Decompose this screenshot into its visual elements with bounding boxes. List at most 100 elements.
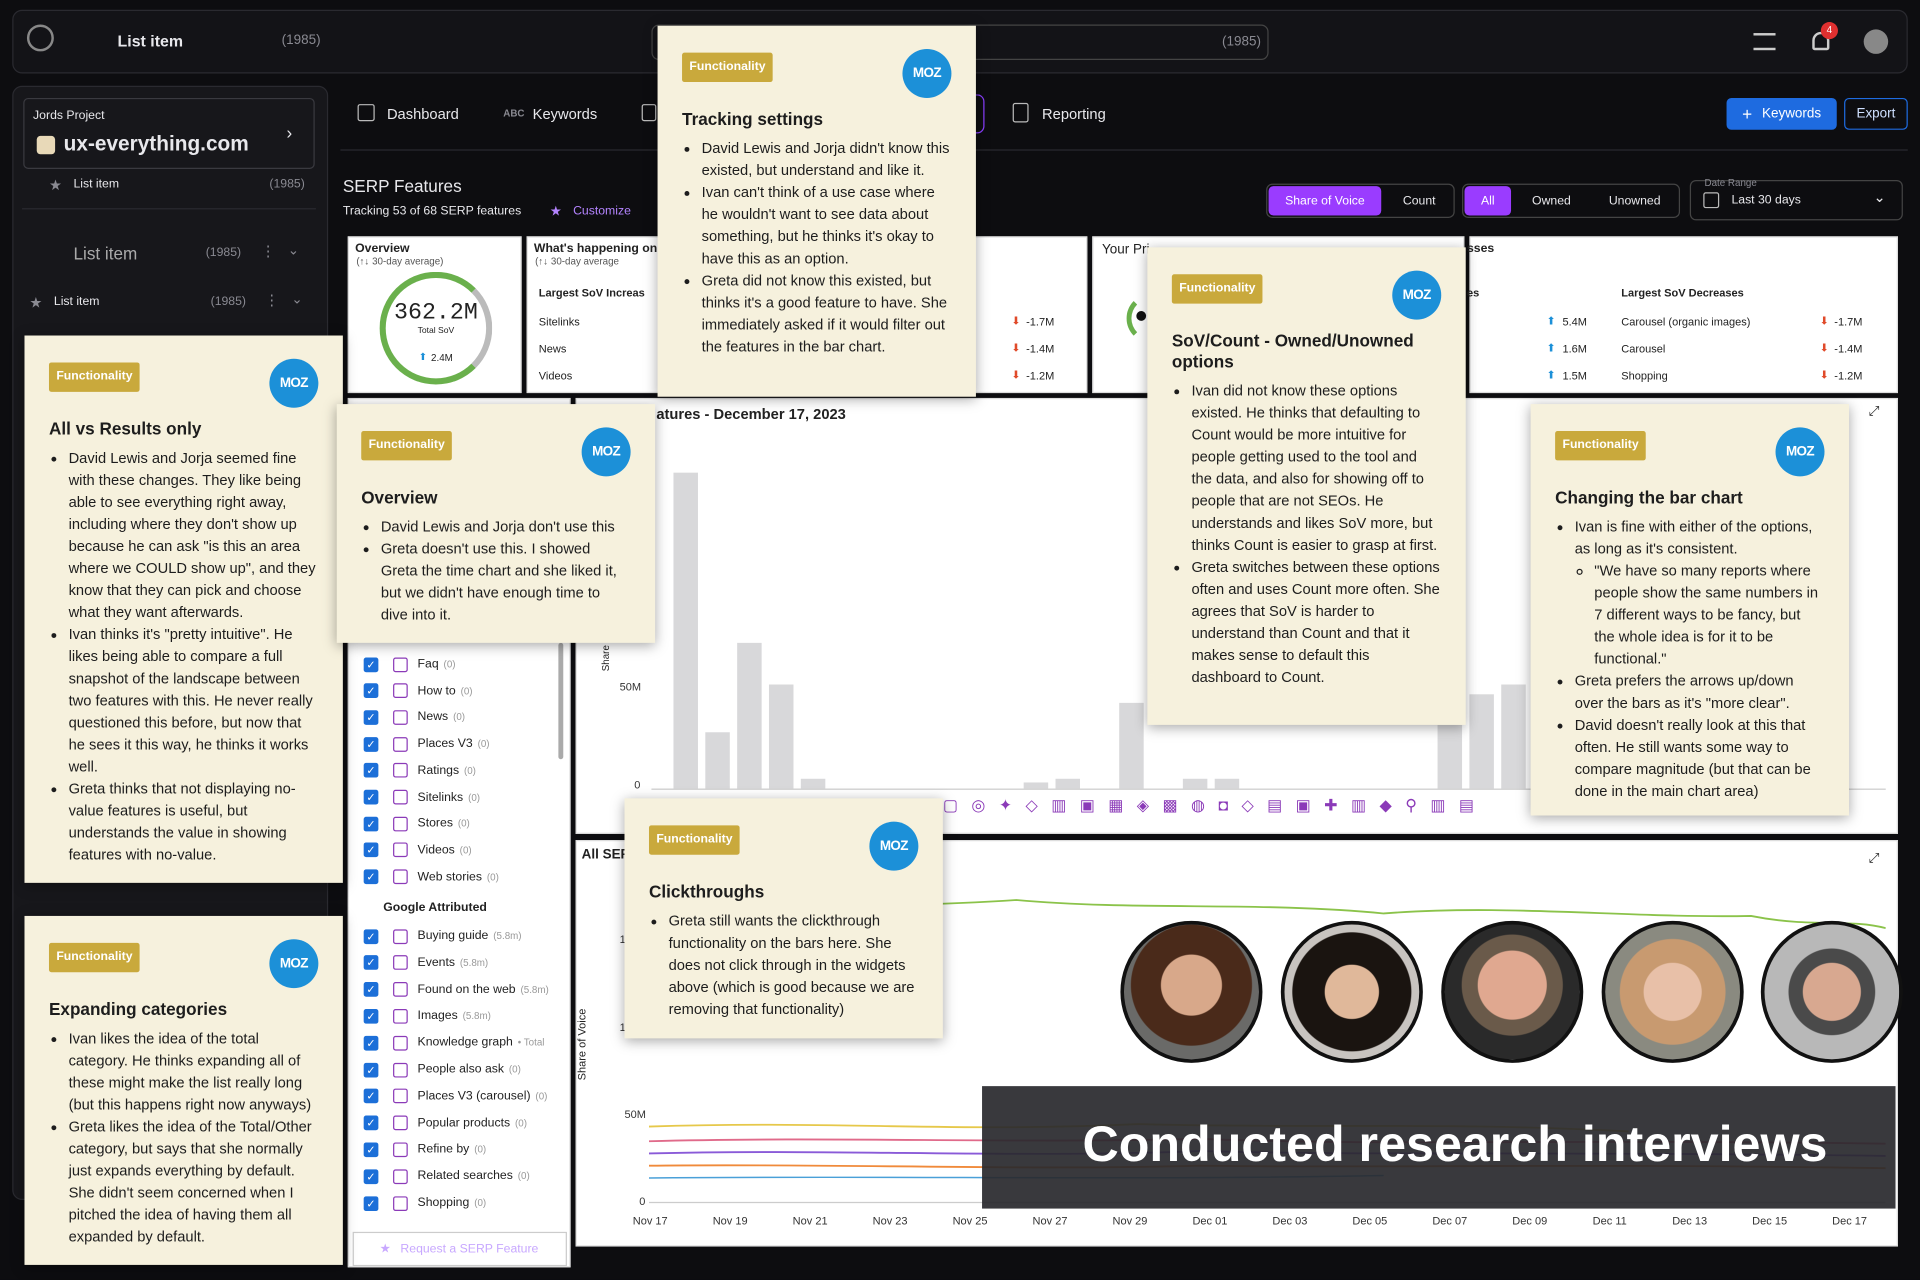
- checkbox-checked-icon[interactable]: ✓: [363, 955, 379, 971]
- checkbox-checked-icon[interactable]: ✓: [363, 1088, 379, 1104]
- checkbox-checked-icon[interactable]: ✓: [363, 1062, 379, 1077]
- feature-count: (0): [477, 738, 490, 750]
- overview-value: 362.2M: [394, 298, 478, 326]
- bar-17[interactable]: [1214, 779, 1240, 789]
- feature-row[interactable]: ✓ Found on the web (5.8m): [363, 977, 567, 1003]
- primary-title: Your Pri: [1102, 242, 1150, 258]
- feature-row[interactable]: ✓ Sitelinks (0): [363, 784, 567, 810]
- feature-row[interactable]: ✓ Faq (0): [363, 651, 567, 677]
- more-vertical-icon[interactable]: ⋮: [264, 291, 279, 308]
- feature-row[interactable]: ✓ Buying guide (5.8m): [363, 923, 567, 949]
- bar-12[interactable]: [1055, 779, 1081, 789]
- bar-11[interactable]: [1023, 782, 1049, 789]
- bar-3[interactable]: [768, 684, 794, 789]
- chevron-right-icon[interactable]: ›: [287, 122, 293, 142]
- toggle-count[interactable]: Count: [1386, 186, 1452, 215]
- feature-row[interactable]: ✓ Shopping (0): [363, 1190, 567, 1216]
- dashboard-icon: [357, 104, 375, 122]
- expand-icon[interactable]: ⤢: [1869, 851, 1880, 867]
- feature-row[interactable]: ✓ Related searches (0): [363, 1164, 567, 1190]
- checkbox-checked-icon[interactable]: ✓: [363, 656, 379, 672]
- feature-row[interactable]: ✓ Videos (0): [363, 837, 567, 863]
- bar-24[interactable]: [1437, 725, 1463, 789]
- tab-keywords[interactable]: Keywords: [533, 105, 598, 122]
- star-icon[interactable]: ★: [49, 176, 62, 193]
- happening-row-3[interactable]: Videos: [539, 370, 573, 382]
- feature-row[interactable]: ✓ Web stories (0): [363, 864, 567, 890]
- sidebar-item-1[interactable]: List item: [73, 178, 119, 191]
- bar-14[interactable]: [1119, 703, 1144, 789]
- feature-row[interactable]: ✓ People also ask (0): [363, 1057, 567, 1083]
- happening-row-1[interactable]: Sitelinks: [539, 316, 580, 328]
- bar-25[interactable]: [1469, 693, 1494, 789]
- decrease-row-1[interactable]: Carousel (organic images): [1621, 316, 1750, 328]
- feature-count: (0): [474, 1144, 487, 1156]
- gauge-marker: [1136, 311, 1147, 321]
- customize-link[interactable]: Customize: [573, 204, 631, 217]
- bar-4[interactable]: [800, 779, 826, 789]
- feature-row[interactable]: ✓ Stores (0): [363, 811, 567, 837]
- bar-16[interactable]: [1182, 779, 1208, 789]
- checkbox-checked-icon[interactable]: ✓: [363, 1142, 379, 1158]
- checkbox-checked-icon[interactable]: ✓: [363, 789, 379, 805]
- checkbox-checked-icon[interactable]: ✓: [363, 816, 379, 832]
- feature-row[interactable]: ✓ Places V3 (0): [363, 731, 567, 757]
- bar-0[interactable]: [673, 472, 698, 789]
- decrease-row-2[interactable]: Carousel: [1621, 343, 1665, 355]
- checkbox-checked-icon[interactable]: ✓: [363, 842, 379, 858]
- bar-26[interactable]: [1501, 684, 1526, 789]
- feature-row[interactable]: ✓ Events (5.8m): [363, 950, 567, 976]
- feature-icon: [393, 1195, 408, 1211]
- nav-divider: [340, 149, 1908, 151]
- feature-row[interactable]: ✓ How to (0): [363, 678, 567, 704]
- checkbox-checked-icon[interactable]: ✓: [363, 683, 379, 699]
- star-icon[interactable]: ★: [29, 294, 42, 311]
- tab-reporting[interactable]: Reporting: [1042, 105, 1106, 122]
- export-button[interactable]: Export: [1844, 97, 1908, 130]
- checkbox-checked-icon[interactable]: ✓: [363, 1115, 379, 1131]
- note-bullet: Greta thinks that not displaying no-valu…: [69, 778, 319, 866]
- feature-row[interactable]: ✓ Refine by (0): [363, 1137, 567, 1163]
- app-logo-icon[interactable]: [26, 24, 54, 52]
- user-avatar[interactable]: [1863, 29, 1889, 54]
- decrease-delta-1: -1.7M: [1834, 315, 1863, 329]
- sliders-icon[interactable]: [1753, 33, 1776, 51]
- filter-owned[interactable]: Owned: [1518, 186, 1584, 215]
- feature-row[interactable]: ✓ Images (5.8m): [363, 1003, 567, 1029]
- chevron-down-icon[interactable]: ⌄: [288, 242, 299, 259]
- feature-row[interactable]: ✓ Knowledge graph • Total: [363, 1030, 567, 1056]
- filter-unowned[interactable]: Unowned: [1592, 186, 1678, 215]
- more-vertical-icon[interactable]: ⋮: [261, 242, 276, 259]
- expand-icon[interactable]: ⤢: [1869, 404, 1880, 420]
- chevron-down-icon[interactable]: ⌄: [1873, 189, 1885, 206]
- checkbox-checked-icon[interactable]: ✓: [363, 1195, 379, 1211]
- add-keywords-button[interactable]: + Keywords: [1726, 97, 1837, 130]
- bar-1[interactable]: [705, 731, 730, 789]
- feature-row[interactable]: ✓ Ratings (0): [363, 758, 567, 784]
- checkbox-checked-icon[interactable]: ✓: [363, 763, 379, 778]
- happening-title: What's happening on: [533, 242, 658, 256]
- checkbox-checked-icon[interactable]: ✓: [363, 928, 379, 944]
- chevron-down-icon[interactable]: ⌄: [291, 291, 302, 308]
- checkbox-checked-icon[interactable]: ✓: [363, 736, 379, 752]
- checkbox-checked-icon[interactable]: ✓: [363, 1008, 379, 1024]
- sidebar-item-2[interactable]: List item: [73, 244, 137, 264]
- checkbox-checked-icon[interactable]: ✓: [363, 1169, 379, 1184]
- toggle-sov[interactable]: Share of Voice: [1268, 186, 1382, 216]
- tab-dashboard[interactable]: Dashboard: [387, 105, 459, 122]
- sidebar-item-3[interactable]: List item: [54, 295, 100, 308]
- checkbox-checked-icon[interactable]: ✓: [363, 869, 379, 885]
- checkbox-checked-icon[interactable]: ✓: [363, 1035, 379, 1051]
- happening-row-2[interactable]: News: [539, 343, 567, 355]
- feature-icon: [393, 955, 408, 971]
- decrease-row-3[interactable]: Shopping: [1621, 370, 1668, 382]
- feature-row[interactable]: ✓ News (0): [363, 705, 567, 731]
- checkbox-checked-icon[interactable]: ✓: [363, 982, 379, 997]
- feature-row[interactable]: ✓ Popular products (0): [363, 1110, 567, 1136]
- filter-all[interactable]: All: [1464, 186, 1512, 216]
- feature-row[interactable]: ✓ Places V3 (carousel) (0): [363, 1083, 567, 1109]
- x-tick-label: Nov 25: [952, 1214, 988, 1227]
- checkbox-checked-icon[interactable]: ✓: [363, 710, 379, 725]
- arrow-up-icon: ⬆: [1546, 314, 1556, 327]
- bar-2[interactable]: [737, 643, 762, 789]
